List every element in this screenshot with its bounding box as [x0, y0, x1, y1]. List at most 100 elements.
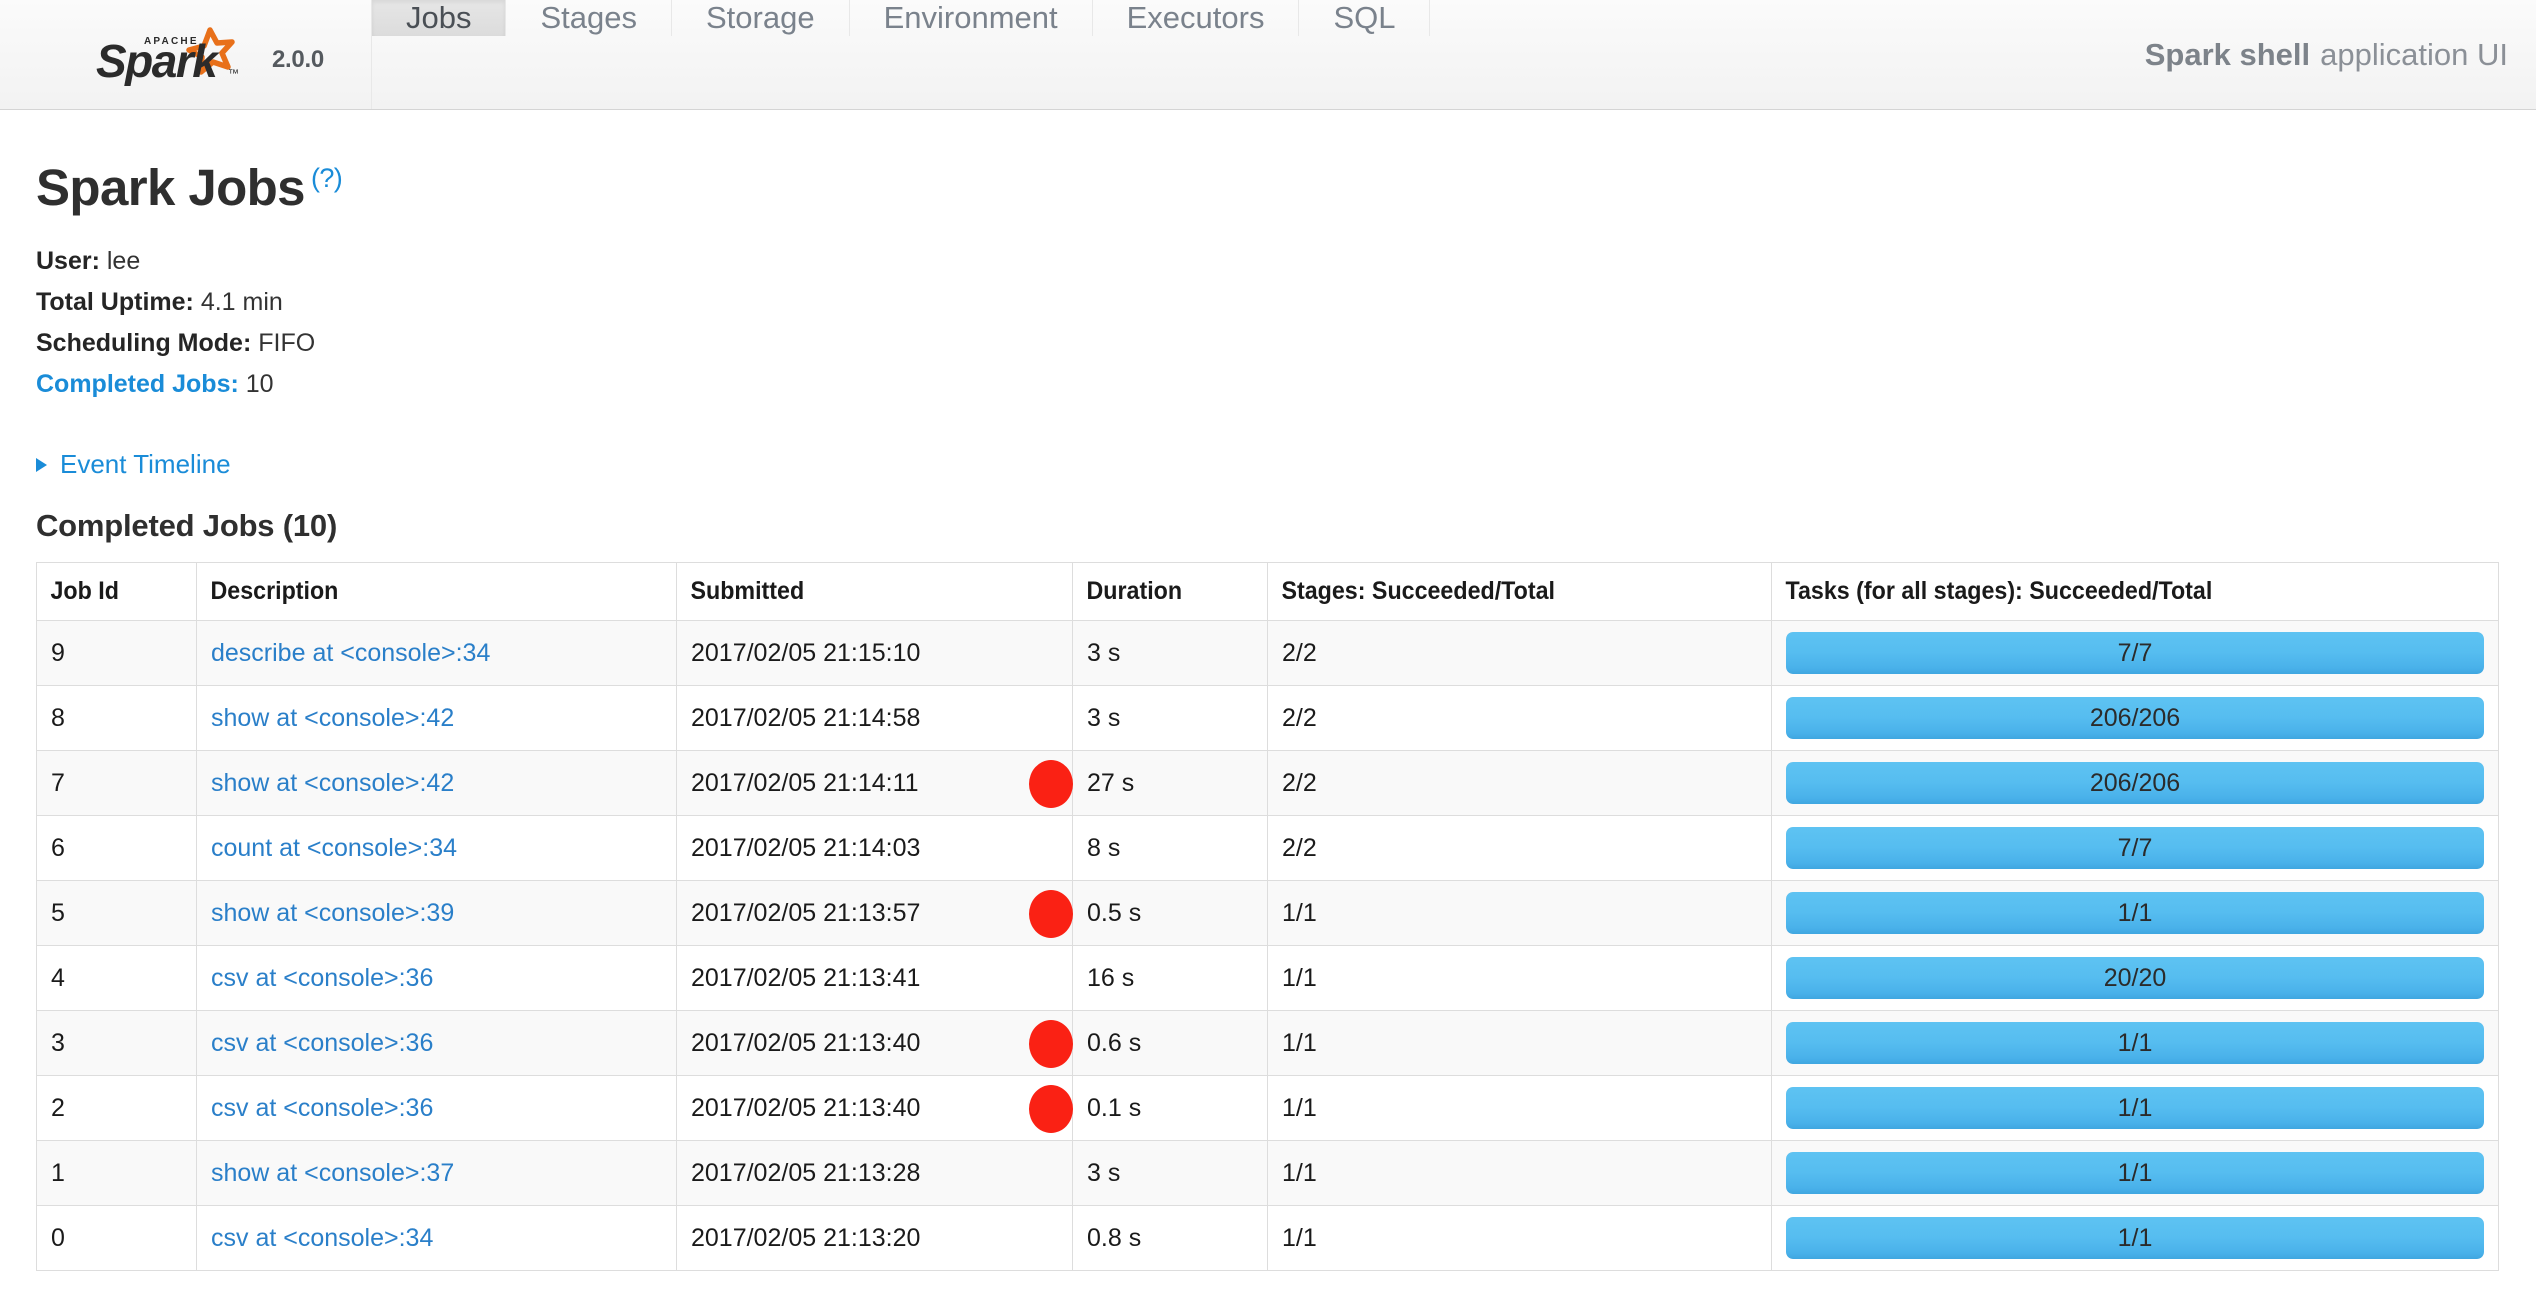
summary-scheduling-value: FIFO	[258, 329, 316, 357]
job-description-link[interactable]: csv at <console>:36	[211, 1029, 433, 1057]
tasks-progress-bar: 7/7	[1786, 632, 2484, 674]
tasks-progress-label: 7/7	[2117, 833, 2153, 862]
job-description-link[interactable]: show at <console>:37	[211, 1159, 454, 1187]
application-title-suffix: application UI	[2320, 36, 2508, 72]
job-description-link[interactable]: csv at <console>:34	[211, 1224, 433, 1252]
column-header-tasks[interactable]: Tasks (for all stages): Succeeded/Total	[1771, 562, 2448, 621]
cell-stages: 1/1	[1267, 1010, 1772, 1076]
spark-version-label: 2.0.0	[272, 45, 324, 73]
apache-spark-logo-icon[interactable]: APACHE Spark ™	[78, 24, 258, 86]
tasks-progress-bar: 1/1	[1786, 1087, 2484, 1129]
summary-completed-label[interactable]: Completed Jobs:	[36, 370, 239, 398]
cell-stages: 1/1	[1267, 1140, 1772, 1206]
table-row: 6 count at <console>:34 2017/02/05 21:14:0…	[36, 815, 2499, 881]
job-description-link[interactable]: show at <console>:42	[211, 769, 454, 797]
event-timeline-label: Event Timeline	[60, 449, 231, 479]
tab-environment[interactable]: Environment	[850, 0, 1093, 36]
summary-user-label: User:	[36, 247, 100, 275]
application-title: Spark shell application UI	[2145, 0, 2536, 109]
table-body: 9 describe at <console>:34 2017/02/05 21:1…	[36, 620, 2499, 1270]
cell-tasks: 7/7	[1771, 815, 2499, 881]
top-navbar: APACHE Spark ™ 2.0.0 Jobs Stages Storage…	[0, 0, 2536, 110]
column-header-duration[interactable]: Duration	[1072, 562, 1255, 621]
cell-job-id: 3	[36, 1010, 197, 1076]
cell-job-id: 8	[36, 685, 197, 751]
cell-tasks: 1/1	[1771, 1140, 2499, 1206]
cell-description: count at <console>:34	[196, 815, 677, 881]
cell-duration: 3 s	[1072, 620, 1268, 686]
help-link-icon[interactable]: (?)	[311, 163, 343, 193]
tasks-progress-label: 1/1	[2117, 1223, 2153, 1252]
cell-description: show at <console>:42	[196, 750, 677, 816]
cell-duration: 0.6 s	[1072, 1010, 1268, 1076]
cell-stages: 2/2	[1267, 685, 1772, 751]
cell-tasks: 1/1	[1771, 1075, 2499, 1141]
cell-description: csv at <console>:34	[196, 1205, 677, 1270]
job-description-link[interactable]: csv at <console>:36	[211, 964, 433, 992]
cell-job-id: 7	[36, 750, 197, 816]
table-row: 0 csv at <console>:34 2017/02/05 21:13:20 0…	[36, 1205, 2499, 1270]
brand-area[interactable]: APACHE Spark ™ 2.0.0	[0, 0, 372, 109]
tasks-progress-label: 20/20	[2103, 963, 2167, 992]
svg-text:Spark: Spark	[96, 35, 220, 86]
cell-duration: 3 s	[1072, 1140, 1268, 1206]
table-row: 7 show at <console>:42 2017/02/05 21:14:11…	[36, 750, 2499, 816]
cell-duration: 0.5 s	[1072, 880, 1268, 946]
page-title: Spark Jobs (?)	[36, 162, 2500, 213]
summary-scheduling-label: Scheduling Mode:	[36, 329, 252, 357]
tasks-progress-label: 1/1	[2117, 1028, 2153, 1057]
cell-duration: 0.8 s	[1072, 1205, 1268, 1270]
job-description-link[interactable]: count at <console>:34	[211, 834, 457, 862]
cell-submitted: 2017/02/05 21:14:03	[676, 815, 1073, 881]
cell-tasks: 1/1	[1771, 880, 2499, 946]
tab-jobs[interactable]: Jobs	[372, 0, 507, 36]
cell-duration: 8 s	[1072, 815, 1268, 881]
cell-stages: 1/1	[1267, 1205, 1772, 1270]
cell-submitted: 2017/02/05 21:13:28	[676, 1140, 1073, 1206]
cell-job-id: 2	[36, 1075, 197, 1141]
cell-job-id: 0	[36, 1205, 197, 1270]
summary-completed-value: 10	[245, 370, 274, 398]
cell-job-id: 4	[36, 945, 197, 1011]
table-row: 1 show at <console>:37 2017/02/05 21:13:28…	[36, 1140, 2499, 1206]
event-timeline-toggle[interactable]: Event Timeline	[36, 449, 231, 480]
tasks-progress-bar: 20/20	[1786, 957, 2484, 999]
tasks-progress-bar: 1/1	[1786, 1022, 2484, 1064]
main-content: Spark Jobs (?) User: lee Total Uptime: 4.…	[0, 162, 2536, 1271]
tasks-progress-label: 206/206	[2089, 703, 2181, 732]
cell-stages: 1/1	[1267, 880, 1772, 946]
cell-duration: 16 s	[1072, 945, 1268, 1011]
tab-executors[interactable]: Executors	[1093, 0, 1300, 36]
table-row: 3 csv at <console>:36 2017/02/05 21:13:40 0…	[36, 1010, 2499, 1076]
tasks-progress-label: 206/206	[2089, 768, 2181, 797]
column-header-description[interactable]: Description	[196, 562, 644, 621]
cell-tasks: 206/206	[1771, 750, 2499, 816]
job-description-link[interactable]: show at <console>:42	[211, 704, 454, 732]
svg-text:™: ™	[228, 68, 239, 80]
column-header-submitted[interactable]: Submitted	[676, 562, 1046, 621]
cell-tasks: 20/20	[1771, 945, 2499, 1011]
cell-submitted: 2017/02/05 21:13:41	[676, 945, 1073, 1011]
cell-description: csv at <console>:36	[196, 1075, 677, 1141]
job-summary: User: lee Total Uptime: 4.1 min Scheduli…	[36, 249, 2500, 397]
cell-stages: 2/2	[1267, 750, 1772, 816]
job-description-link[interactable]: show at <console>:39	[211, 899, 454, 927]
cell-duration: 3 s	[1072, 685, 1268, 751]
cell-description: describe at <console>:34	[196, 620, 677, 686]
cell-submitted: 2017/02/05 21:15:10	[676, 620, 1073, 686]
job-description-link[interactable]: csv at <console>:36	[211, 1094, 433, 1122]
cell-job-id: 9	[36, 620, 197, 686]
completed-jobs-table: Job Id Description Submitted Duration St…	[36, 562, 2499, 1271]
tab-stages[interactable]: Stages	[506, 0, 672, 36]
tab-storage[interactable]: Storage	[672, 0, 850, 36]
cell-description: show at <console>:37	[196, 1140, 677, 1206]
job-description-link[interactable]: describe at <console>:34	[211, 639, 490, 667]
cell-stages: 2/2	[1267, 815, 1772, 881]
cell-submitted: 2017/02/05 21:14:58	[676, 685, 1073, 751]
tab-sql[interactable]: SQL	[1299, 0, 1431, 36]
column-header-stages[interactable]: Stages: Succeeded/Total	[1267, 562, 1737, 621]
tasks-progress-label: 7/7	[2117, 638, 2153, 667]
table-row: 2 csv at <console>:36 2017/02/05 21:13:40 0…	[36, 1075, 2499, 1141]
tasks-progress-bar: 7/7	[1786, 827, 2484, 869]
column-header-job-id[interactable]: Job Id	[36, 562, 186, 621]
